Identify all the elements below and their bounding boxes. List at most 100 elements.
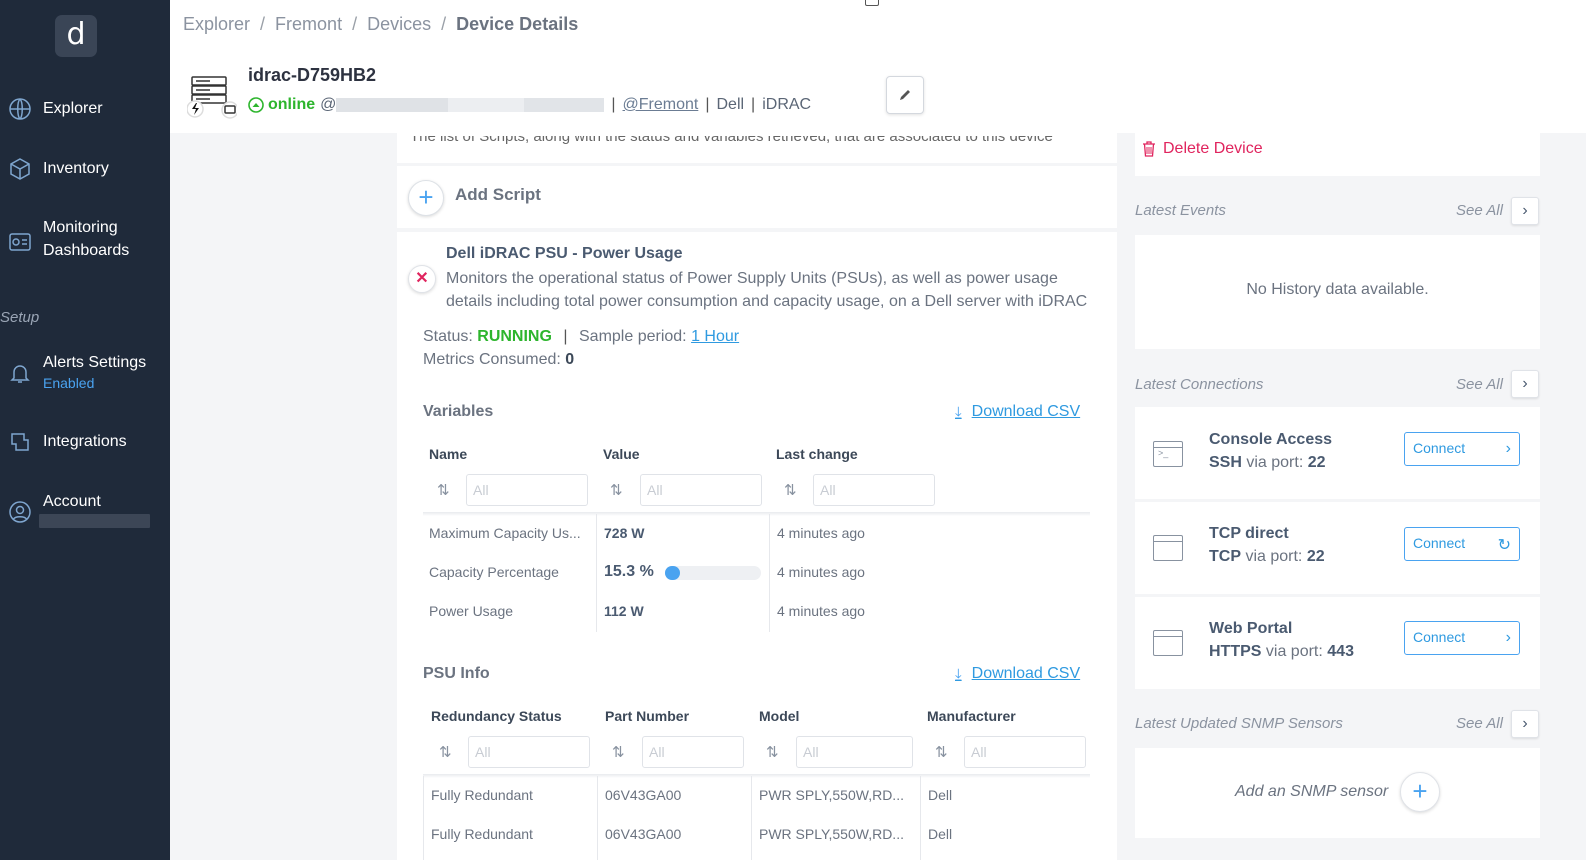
breadcrumb-item[interactable]: Explorer — [183, 14, 250, 34]
variable-name: Capacity Percentage — [429, 564, 559, 580]
sort-icon[interactable]: ⇅ — [766, 743, 779, 761]
sort-icon[interactable]: ⇅ — [610, 481, 623, 499]
connect-label: Connect — [1413, 535, 1466, 551]
variable-value: 15.3 % — [604, 563, 654, 580]
sidebar-item-integrations[interactable]: Integrations — [0, 430, 170, 456]
sort-icon[interactable]: ⇅ — [612, 743, 625, 761]
add-script-button[interactable]: + — [408, 180, 444, 216]
device-location-link[interactable]: @Fremont — [623, 96, 699, 114]
column-divider — [423, 776, 424, 860]
variable-value: 112 W — [604, 603, 644, 619]
column-header-value[interactable]: Value — [603, 446, 640, 462]
variables-download-csv[interactable]: ⤓ Download CSV — [955, 403, 1080, 421]
psu-part-number: 06V43GA00 — [605, 826, 682, 842]
sample-period-label: Sample period: — [579, 328, 687, 345]
column-header-last-change[interactable]: Last change — [776, 446, 858, 462]
see-all-snmp[interactable]: See All — [1456, 715, 1503, 732]
download-label: Download CSV — [971, 665, 1081, 682]
variable-name: Power Usage — [429, 603, 514, 619]
sort-icon[interactable]: ⇅ — [935, 743, 948, 761]
add-snmp-button[interactable]: + — [1400, 772, 1440, 812]
see-all-events[interactable]: See All — [1456, 202, 1503, 219]
device-type: iDRAC — [762, 96, 812, 113]
remove-script-button[interactable]: ✕ — [408, 265, 436, 293]
sidebar-item-label: Monitoring — [43, 219, 118, 236]
sort-icon[interactable]: ⇅ — [439, 743, 452, 761]
column-header-manufacturer[interactable]: Manufacturer — [927, 708, 1016, 724]
connection-port: 22 — [1306, 548, 1325, 565]
sidebar-item-account[interactable]: Account — [0, 490, 170, 534]
snmp-next-button[interactable]: › — [1511, 710, 1539, 738]
sort-icon[interactable]: ⇅ — [784, 481, 797, 499]
filter-last-change-input[interactable] — [813, 474, 935, 506]
table-divider — [423, 512, 1090, 516]
psu-manufacturer: Dell — [928, 826, 953, 842]
filter-model-input[interactable] — [796, 736, 913, 768]
sample-period-link[interactable]: 1 Hour — [691, 328, 739, 345]
server-device-icon — [187, 76, 237, 119]
connect-label: Connect — [1413, 440, 1466, 456]
psu-manufacturer: Dell — [928, 787, 953, 803]
sidebar-item-label: Account — [43, 493, 101, 510]
add-snmp-label[interactable]: Add an SNMP sensor — [1235, 783, 1388, 801]
connect-web-portal-button[interactable]: Connect › — [1404, 621, 1520, 655]
sidebar-item-label: Alerts Settings — [43, 354, 147, 371]
pencil-icon — [900, 90, 910, 100]
add-script-label[interactable]: Add Script — [455, 185, 541, 205]
column-header-model[interactable]: Model — [759, 708, 799, 724]
events-next-button[interactable]: › — [1511, 197, 1539, 225]
sidebar-item-alerts-settings[interactable]: Alerts Settings Enabled — [0, 351, 170, 395]
table-divider — [423, 774, 1090, 778]
script-title: Dell iDRAC PSU - Power Usage — [446, 245, 683, 262]
filter-name-input[interactable] — [466, 474, 588, 506]
latest-events-title: Latest Events — [1135, 202, 1226, 219]
device-header: Explorer / Fremont / Devices / Device Details … — [170, 0, 1586, 133]
breadcrumb-item[interactable]: Devices — [367, 14, 431, 34]
status-label: Status: — [423, 328, 473, 345]
variable-last-change: 4 minutes ago — [777, 564, 865, 580]
filter-value-input[interactable] — [640, 474, 762, 506]
device-vendor: Dell — [716, 96, 745, 113]
download-label: Download CSV — [971, 403, 1081, 420]
capacity-progress-bar — [665, 566, 761, 580]
sidebar-item-explorer[interactable]: Explorer — [0, 97, 170, 123]
column-divider — [769, 514, 770, 632]
sidebar-item-inventory[interactable]: Inventory — [0, 157, 170, 183]
connections-next-button[interactable]: › — [1511, 370, 1539, 398]
filter-manufacturer-input[interactable] — [964, 736, 1086, 768]
progress-fill — [665, 566, 680, 580]
filter-redundancy-input[interactable] — [468, 736, 590, 768]
window-marker — [865, 0, 879, 6]
connect-tcp-button[interactable]: Connect ↻ — [1404, 527, 1520, 561]
connect-label: Connect — [1413, 629, 1466, 645]
redacted-address — [336, 98, 449, 112]
psu-model: PWR SPLY,550W,RD... — [759, 787, 904, 803]
app-logo[interactable]: d — [55, 15, 97, 57]
variable-last-change: 4 minutes ago — [777, 525, 865, 541]
column-divider — [751, 776, 752, 860]
edit-device-button[interactable] — [886, 76, 924, 114]
chevron-right-icon: › — [1505, 629, 1511, 646]
sort-icon[interactable]: ⇅ — [437, 481, 450, 499]
variables-title: Variables — [423, 403, 494, 420]
delete-device-label: Delete Device — [1163, 140, 1263, 157]
user-icon — [9, 501, 31, 523]
filter-part-input[interactable] — [642, 736, 744, 768]
no-history-message: No History data available. — [1246, 281, 1429, 298]
column-header-redundancy[interactable]: Redundancy Status — [431, 708, 562, 724]
connect-console-button[interactable]: Connect › — [1404, 432, 1520, 466]
online-status-icon — [248, 97, 264, 113]
script-status: RUNNING — [477, 328, 552, 345]
delete-device-button[interactable]: Delete Device — [1142, 140, 1263, 158]
breadcrumb-item[interactable]: Fremont — [275, 14, 342, 34]
psu-redundancy: Fully Redundant — [431, 826, 533, 842]
column-header-part-number[interactable]: Part Number — [605, 708, 689, 724]
see-all-connections[interactable]: See All — [1456, 376, 1503, 393]
connection-detail: HTTPS via port: 443 — [1209, 643, 1354, 661]
column-header-name[interactable]: Name — [429, 446, 467, 462]
metrics-value: 0 — [565, 351, 575, 368]
sidebar-item-monitoring-dashboards[interactable]: Monitoring Dashboards — [0, 216, 170, 266]
psu-download-csv[interactable]: ⤓ Download CSV — [955, 665, 1080, 683]
setup-section-label: Setup — [0, 309, 40, 326]
cube-icon — [10, 158, 30, 180]
